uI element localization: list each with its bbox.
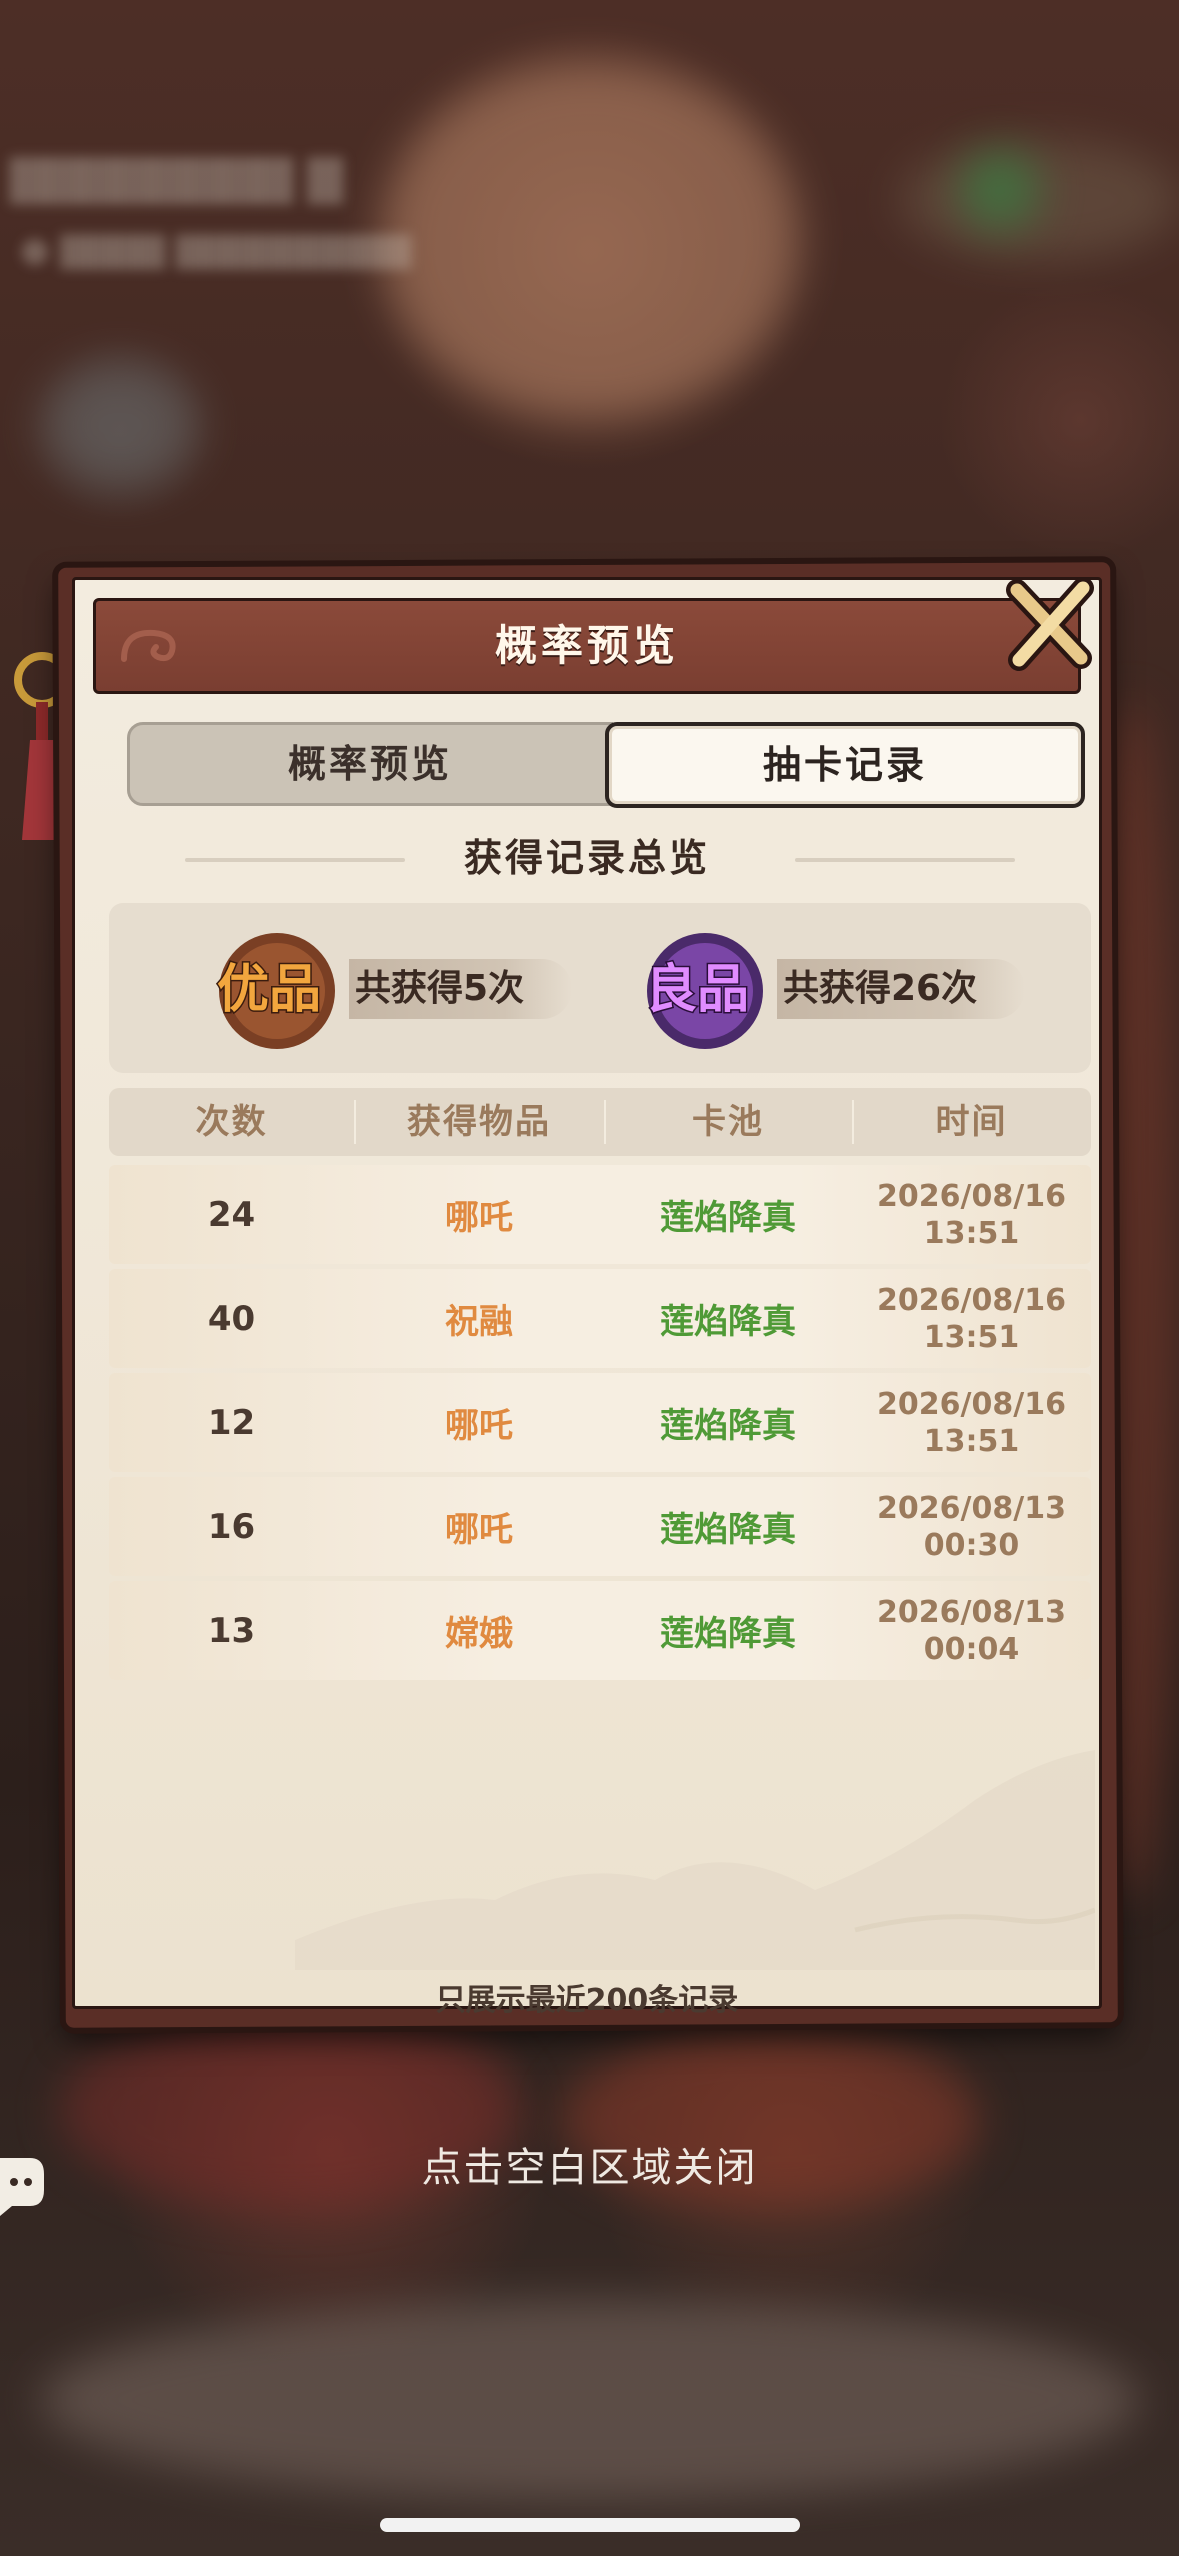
cell-item: 祝融 — [445, 1302, 513, 1342]
cell-pool: 莲焰降真 — [660, 1198, 796, 1238]
summary-good-count: 共获得26次 — [777, 959, 1026, 1019]
cell-item: 哪吒 — [445, 1510, 513, 1550]
cell-pool: 莲焰降真 — [660, 1302, 796, 1342]
records-limit-note: 只展示最近200条记录 — [435, 1983, 739, 2018]
modal-header: 概率预览 — [93, 598, 1081, 694]
modal-panel: 概率预览 概率预览 抽卡记录 获得记录总览 优品 共获得5次 良品 共获得26次… — [72, 574, 1102, 2018]
cell-pool: 莲焰降真 — [660, 1406, 796, 1446]
table-row: 24 哪吒 莲焰降真 2026/08/16 13:51 — [109, 1165, 1091, 1264]
good-grade-badge-icon: 良品 — [643, 933, 763, 1049]
table-row: 16 哪吒 莲焰降真 2026/08/13 00:30 — [109, 1477, 1091, 1576]
table-row: 12 哪吒 莲焰降真 2026/08/16 13:51 — [109, 1373, 1091, 1472]
cell-time: 2026/08/16 13:51 — [852, 1269, 1091, 1368]
header-count: 次数 — [195, 1102, 268, 1142]
cell-time: 2026/08/13 00:04 — [852, 1581, 1091, 1680]
table-header: 次数 获得物品 卡池 时间 — [109, 1088, 1091, 1156]
cell-pool: 莲焰降真 — [660, 1510, 796, 1550]
tab-bar: 概率预览 抽卡记录 — [127, 722, 1085, 808]
cell-count: 40 — [207, 1298, 256, 1339]
cell-clock: 00:30 — [923, 1527, 1020, 1563]
modal-title: 概率预览 — [494, 621, 679, 670]
summary-excellent-count: 共获得5次 — [349, 959, 573, 1019]
cell-clock: 13:51 — [923, 1215, 1020, 1251]
table-row: 40 祝融 莲焰降真 2026/08/16 13:51 — [109, 1269, 1091, 1368]
cell-time: 2026/08/16 13:51 — [852, 1165, 1091, 1264]
tab-probability-preview[interactable]: 概率预览 — [127, 722, 613, 806]
cell-date: 2026/08/13 — [877, 1490, 1066, 1526]
close-button[interactable] — [999, 574, 1099, 674]
cell-clock: 13:51 — [923, 1423, 1020, 1459]
section-title: 获得记录总览 — [463, 836, 710, 880]
home-indicator[interactable] — [380, 2518, 800, 2532]
cell-date: 2026/08/16 — [877, 1178, 1066, 1214]
excellent-badge-text: 优品 — [217, 959, 321, 1020]
cell-date: 2026/08/13 — [877, 1594, 1066, 1630]
background-hud: ▇▇▇▇▇▇▇▇ ▇ ● ▇▇▇▇ ▇▇▇▇▇▇▇▇▇ — [10, 150, 412, 270]
header-pool: 卡池 — [692, 1102, 764, 1142]
cell-date: 2026/08/16 — [877, 1282, 1066, 1318]
tab-draw-records[interactable]: 抽卡记录 — [605, 722, 1085, 808]
cell-count: 12 — [207, 1402, 256, 1443]
cell-time: 2026/08/16 13:51 — [852, 1373, 1091, 1472]
cell-clock: 00:04 — [923, 1631, 1020, 1667]
cell-item: 嫦娥 — [445, 1614, 513, 1654]
cell-count: 16 — [207, 1506, 256, 1547]
record-list[interactable]: 24 哪吒 莲焰降真 2026/08/16 13:51 40 祝融 莲焰降真 20… — [109, 1165, 1091, 1685]
excellent-grade-badge-icon: 优品 — [215, 933, 335, 1049]
tap-to-close-hint[interactable]: 点击空白区域关闭 — [0, 2135, 1179, 2193]
cell-time: 2026/08/13 00:30 — [852, 1477, 1091, 1576]
gacha-record-modal: 概率预览 概率预览 抽卡记录 获得记录总览 优品 共获得5次 良品 共获得26次… — [58, 562, 1118, 2028]
cell-pool: 莲焰降真 — [660, 1614, 796, 1654]
mountain-decoration — [295, 1750, 1095, 1970]
table-row: 13 嫦娥 莲焰降真 2026/08/13 00:04 — [109, 1581, 1091, 1680]
summary-card: 优品 共获得5次 良品 共获得26次 — [109, 903, 1091, 1073]
cell-item: 哪吒 — [445, 1406, 513, 1446]
close-x-icon — [1006, 577, 1094, 671]
header-time: 时间 — [935, 1102, 1008, 1142]
header-item: 获得物品 — [407, 1102, 551, 1142]
cell-count: 13 — [207, 1610, 256, 1651]
cell-item: 哪吒 — [445, 1198, 513, 1238]
good-badge-text: 良品 — [645, 959, 749, 1020]
cell-date: 2026/08/16 — [877, 1386, 1066, 1422]
cell-count: 24 — [207, 1194, 256, 1235]
cell-clock: 13:51 — [923, 1319, 1020, 1355]
